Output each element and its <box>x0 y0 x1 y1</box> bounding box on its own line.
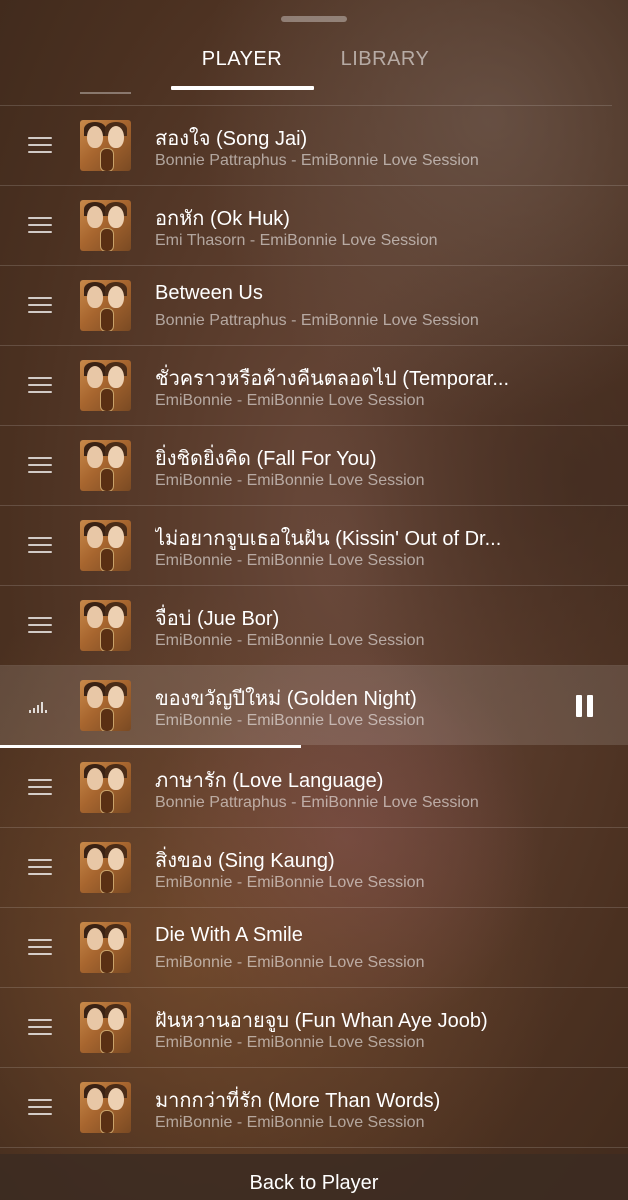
queue-row[interactable]: Die With A Smile EmiBonnie - EmiBonnie Lo… <box>0 908 628 988</box>
queue-row-now-playing[interactable]: ของขวัญปีใหม่ (Golden Night) EmiBonnie - … <box>0 666 628 745</box>
drag-handle-icon[interactable] <box>28 1019 52 1037</box>
drag-handle-icon[interactable] <box>28 217 52 235</box>
tab-active-indicator <box>171 86 314 90</box>
back-to-player-button[interactable]: Back to Player <box>0 1154 628 1200</box>
track-artist-album: EmiBonnie - EmiBonnie Love Session <box>155 552 425 569</box>
track-artist-album: EmiBonnie - EmiBonnie Love Session <box>155 712 425 729</box>
queue-row[interactable]: สองใจ (Song Jai) Bonnie Pattraphus - EmiB… <box>0 106 628 186</box>
drag-handle-icon[interactable] <box>28 1099 52 1117</box>
album-artwork <box>80 200 131 251</box>
track-artist-album: EmiBonnie - EmiBonnie Love Session <box>155 874 425 891</box>
track-artist-album: EmiBonnie - EmiBonnie Love Session <box>155 1034 425 1051</box>
pause-icon[interactable] <box>575 695 595 717</box>
drag-handle-icon[interactable] <box>28 617 52 635</box>
tab-library[interactable]: LIBRARY <box>313 48 457 71</box>
track-title: Between Us <box>155 282 263 304</box>
queue-row[interactable]: ชั่วคราวหรือค้างคืนตลอดไป (Temporar... Em… <box>0 346 628 426</box>
drag-handle-icon[interactable] <box>28 457 52 475</box>
queue-row[interactable]: สิ่งของ (Sing Kaung) EmiBonnie - EmiBonni… <box>0 828 628 908</box>
album-artwork <box>80 1002 131 1053</box>
drag-handle-icon[interactable] <box>28 537 52 555</box>
track-title: ยิ่งชิดยิ่งคิด (Fall For You) <box>155 448 377 470</box>
queue-row[interactable]: ยิ่งชิดยิ่งคิด (Fall For You) EmiBonnie -… <box>0 426 628 506</box>
queue-row[interactable]: Between Us Bonnie Pattraphus - EmiBonnie … <box>0 266 628 346</box>
track-artist-album: EmiBonnie - EmiBonnie Love Session <box>155 472 425 489</box>
album-artwork <box>80 280 131 331</box>
track-title: มากกว่าที่รัก (More Than Words) <box>155 1090 441 1112</box>
album-artwork <box>80 680 131 731</box>
track-title: ภาษารัก (Love Language) <box>155 770 384 792</box>
sheet-grabber[interactable] <box>281 16 347 22</box>
album-artwork <box>80 1082 131 1133</box>
queue-row[interactable]: ฝันหวานอายจูบ (Fun Whan Aye Joob) EmiBonn… <box>0 988 628 1068</box>
track-artist-album: EmiBonnie - EmiBonnie Love Session <box>155 632 425 649</box>
drag-handle-icon[interactable] <box>28 377 52 395</box>
album-artwork <box>80 360 131 411</box>
track-artist-album: EmiBonnie - EmiBonnie Love Session <box>155 1114 425 1131</box>
track-artist-album: Bonnie Pattraphus - EmiBonnie Love Sessi… <box>155 152 479 169</box>
track-title: ฝันหวานอายจูบ (Fun Whan Aye Joob) <box>155 1010 488 1032</box>
drag-handle-icon[interactable] <box>28 297 52 315</box>
track-title: จื่อบ่ (Jue Bor) <box>155 608 280 630</box>
track-artist-album: Bonnie Pattraphus - EmiBonnie Love Sessi… <box>155 312 479 329</box>
previous-row-fragment <box>80 92 131 94</box>
album-artwork <box>80 842 131 893</box>
drag-handle-icon[interactable] <box>28 939 52 957</box>
queue-row[interactable]: มากกว่าที่รัก (More Than Words) EmiBonnie… <box>0 1068 628 1148</box>
tab-bar: PLAYER LIBRARY <box>0 38 628 90</box>
equalizer-icon <box>29 699 51 713</box>
track-artist-album: Bonnie Pattraphus - EmiBonnie Love Sessi… <box>155 794 479 811</box>
track-title: Die With A Smile <box>155 924 303 946</box>
queue-list: สองใจ (Song Jai) Bonnie Pattraphus - EmiB… <box>0 106 628 1148</box>
track-title: สองใจ (Song Jai) <box>155 128 308 150</box>
track-title: สิ่งของ (Sing Kaung) <box>155 850 335 872</box>
queue-row[interactable]: จื่อบ่ (Jue Bor) EmiBonnie - EmiBonnie Lo… <box>0 586 628 666</box>
album-artwork <box>80 520 131 571</box>
track-title: ชั่วคราวหรือค้างคืนตลอดไป (Temporar... <box>155 368 510 390</box>
album-artwork <box>80 440 131 491</box>
album-artwork <box>80 600 131 651</box>
drag-handle-icon[interactable] <box>28 859 52 877</box>
album-artwork <box>80 922 131 973</box>
queue-row[interactable]: อกหัก (Ok Huk) Emi Thasorn - EmiBonnie Lo… <box>0 186 628 266</box>
drag-handle-icon[interactable] <box>28 779 52 797</box>
track-title: ไม่อยากจูบเธอในฝัน (Kissin' Out of Dr... <box>155 528 502 550</box>
queue-row[interactable]: ภาษารัก (Love Language) Bonnie Pattraphus… <box>0 748 628 828</box>
track-title: อกหัก (Ok Huk) <box>155 208 290 230</box>
album-artwork <box>80 120 131 171</box>
back-to-player-label: Back to Player <box>249 1172 379 1194</box>
queue-row[interactable]: ไม่อยากจูบเธอในฝัน (Kissin' Out of Dr...… <box>0 506 628 586</box>
drag-handle-icon[interactable] <box>28 137 52 155</box>
album-artwork <box>80 762 131 813</box>
track-title: ของขวัญปีใหม่ (Golden Night) <box>155 688 417 710</box>
track-artist-album: Emi Thasorn - EmiBonnie Love Session <box>155 232 438 249</box>
tab-player[interactable]: PLAYER <box>170 48 314 71</box>
track-artist-album: EmiBonnie - EmiBonnie Love Session <box>155 392 425 409</box>
track-artist-album: EmiBonnie - EmiBonnie Love Session <box>155 954 425 971</box>
